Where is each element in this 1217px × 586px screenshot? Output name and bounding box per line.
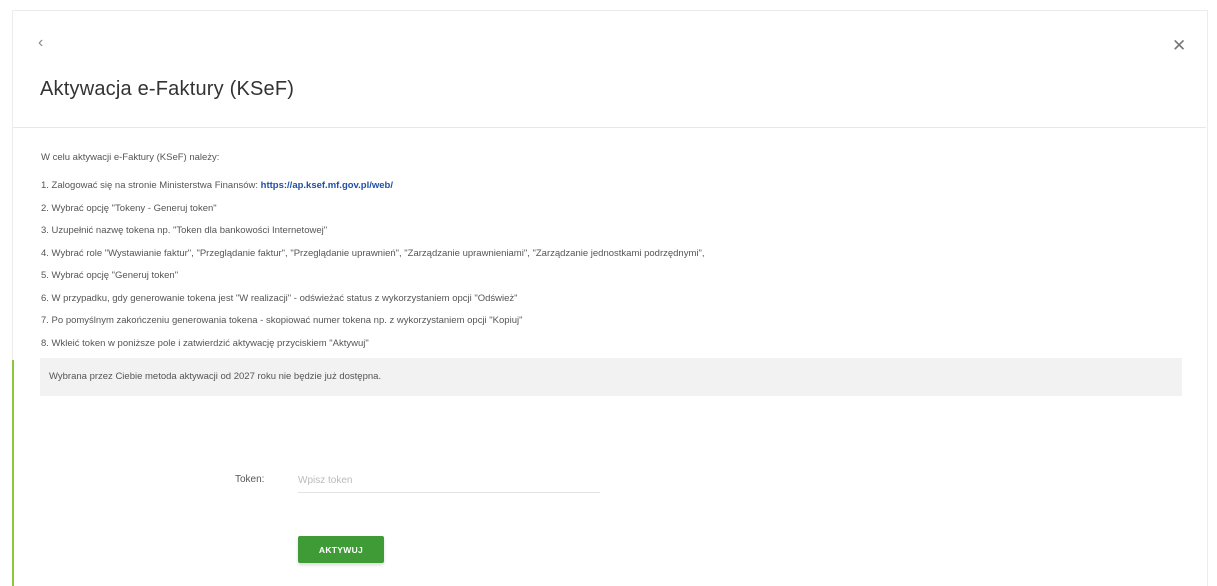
instructions-steps-list: 1. Zalogować się na stronie Ministerstwa…: [41, 175, 705, 355]
instruction-step-2: 2. Wybrać opcję "Tokeny - Generuj token": [41, 202, 217, 214]
token-input[interactable]: [298, 468, 600, 493]
page-title: Aktywacja e-Faktury (KSeF): [40, 78, 295, 100]
instruction-step-7: 7. Po pomyślnym zakończeniu generowania …: [41, 315, 523, 326]
back-chevron-icon[interactable]: ‹: [38, 35, 43, 51]
side-accent-bar: [12, 360, 14, 586]
instruction-step-5: 5. Wybrać opcję "Generuj token": [41, 270, 179, 281]
instruction-step-3: 3. Uzupełnić nazwę tokena np. "Token dla…: [41, 225, 328, 236]
availability-notice: Wybrana przez Ciebie metoda aktywacji od…: [40, 358, 1182, 396]
token-label: Token:: [235, 474, 265, 485]
instruction-step-6: 6. W przypadku, gdy generowanie tokena j…: [41, 292, 518, 304]
instruction-step-1: 1. Zalogować się na stronie Ministerstwa…: [41, 180, 393, 191]
instruction-step-8: 8. Wkleić token w poniższe pole i zatwie…: [41, 337, 369, 349]
activate-button[interactable]: AKTYWUJ: [298, 536, 384, 563]
ksef-login-link[interactable]: https://ap.ksef.mf.gov.pl/web/: [261, 180, 393, 191]
instruction-step-4: 4. Wybrać role "Wystawianie faktur", "Pr…: [41, 247, 705, 259]
header-divider: [13, 127, 1206, 128]
close-icon[interactable]: ✕: [1172, 37, 1186, 54]
instructions-intro: W celu aktywacji e-Faktury (KSeF) należy…: [41, 152, 220, 163]
